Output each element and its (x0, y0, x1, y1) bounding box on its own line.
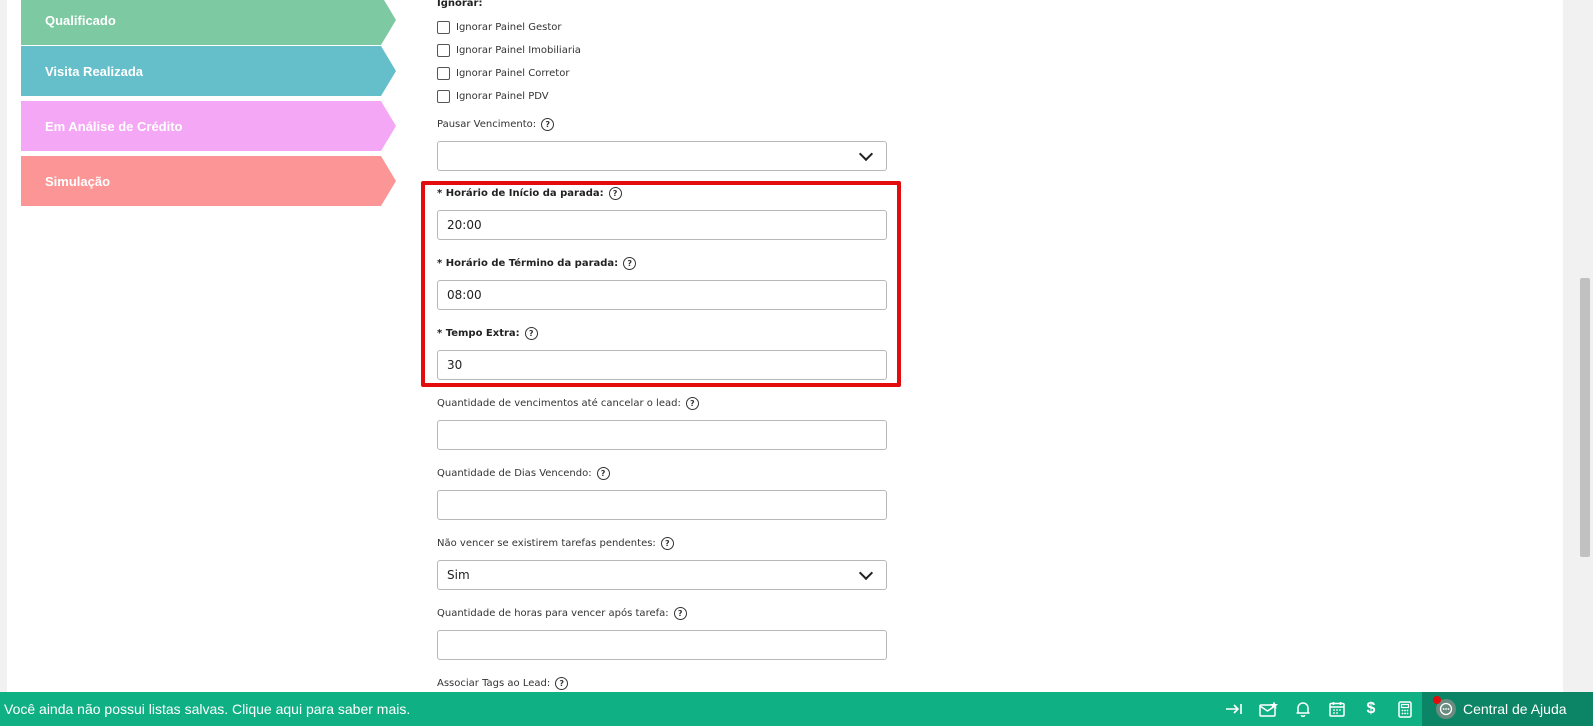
help-icon[interactable]: ? (524, 327, 538, 340)
qty-due-input[interactable] (437, 420, 887, 450)
saved-lists-message[interactable]: Você ainda não possui listas salvas. Cli… (4, 701, 410, 717)
hours-label: Quantidade de horas para vencer após tar… (437, 607, 687, 620)
checkbox-label: Ignorar Painel PDV (456, 91, 549, 102)
tags-label: Associar Tags ao Lead:? (437, 677, 569, 690)
help-icon[interactable]: ? (555, 677, 569, 690)
pause-select[interactable] (437, 141, 887, 171)
hours-input[interactable] (437, 630, 887, 660)
days-input[interactable] (437, 490, 887, 520)
help-icon[interactable]: ? (541, 118, 555, 131)
extra-time-label: * Tempo Extra:? (437, 327, 538, 340)
bottom-bar: Você ainda não possui listas salvas. Cli… (0, 692, 1593, 726)
days-label: Quantidade de Dias Vencendo:? (437, 467, 610, 480)
mail-star-icon[interactable] (1259, 700, 1279, 718)
help-icon[interactable]: ? (673, 607, 687, 620)
help-icon[interactable]: ? (660, 537, 674, 550)
stage-em-analise-de-credito[interactable]: Em Análise de Crédito (21, 101, 396, 151)
help-icon[interactable]: ? (596, 467, 610, 480)
checkbox[interactable] (437, 90, 450, 103)
help-icon[interactable]: ? (623, 257, 637, 270)
scrollbar-thumb[interactable] (1580, 278, 1590, 557)
checkbox[interactable] (437, 44, 450, 57)
pending-tasks-select[interactable]: Sim (437, 560, 887, 590)
checkbox[interactable] (437, 21, 450, 34)
checkbox-label: Ignorar Painel Gestor (456, 22, 562, 33)
end-time-label: * Horário de Término da parada:? (437, 257, 637, 270)
extra-time-value: 30 (447, 358, 463, 372)
notification-dot (1433, 696, 1441, 704)
stage-label: Visita Realizada (45, 63, 144, 79)
pending-tasks-value: Sim (447, 568, 470, 582)
ignore-label: Ignorar: (437, 0, 483, 9)
end-time-value: 08:00 (447, 288, 482, 302)
collapse-icon[interactable] (1224, 700, 1244, 718)
stage-label: Qualificado (45, 12, 116, 28)
pending-tasks-label: Não vencer se existirem tarefas pendente… (437, 537, 674, 550)
end-time-input[interactable]: 08:00 (437, 280, 887, 310)
pause-label: Pausar Vencimento:? (437, 118, 555, 131)
chevron-down-icon (858, 146, 874, 162)
chevron-down-icon (858, 565, 874, 581)
dollar-icon[interactable]: $ (1361, 700, 1381, 718)
checkbox-label: Ignorar Painel Imobiliaria (456, 45, 581, 56)
help-icon[interactable]: ? (685, 397, 699, 410)
start-time-label: * Horário de Início da parada:? (437, 187, 622, 200)
checkbox[interactable] (437, 67, 450, 80)
bell-icon[interactable] (1293, 700, 1313, 718)
stage-qualificado[interactable]: Qualificado (21, 0, 396, 45)
checkbox-label: Ignorar Painel Corretor (456, 68, 570, 79)
stage-label: Em Análise de Crédito (45, 118, 183, 134)
stage-visita-realizada[interactable]: Visita Realizada (21, 46, 396, 96)
qty-due-label: Quantidade de vencimentos até cancelar o… (437, 397, 699, 410)
checkbox-ignore-gestor[interactable]: Ignorar Painel Gestor (437, 21, 561, 34)
checkbox-ignore-pdv[interactable]: Ignorar Painel PDV (437, 90, 549, 103)
checkbox-ignore-imobiliaria[interactable]: Ignorar Painel Imobiliaria (437, 44, 581, 57)
checkbox-ignore-corretor[interactable]: Ignorar Painel Corretor (437, 67, 569, 80)
extra-time-input[interactable]: 30 (437, 350, 887, 380)
stage-label: Simulação (45, 173, 111, 189)
calendar-icon[interactable] (1327, 700, 1347, 718)
help-icon[interactable]: ? (608, 187, 622, 200)
calculator-icon[interactable] (1395, 700, 1415, 718)
help-center-label: Central de Ajuda (1463, 701, 1567, 717)
help-center-button[interactable]: Central de Ajuda (1422, 692, 1593, 726)
stage-simulacao[interactable]: Simulação (21, 156, 396, 206)
start-time-input[interactable]: 20:00 (437, 210, 887, 240)
start-time-value: 20:00 (447, 218, 482, 232)
